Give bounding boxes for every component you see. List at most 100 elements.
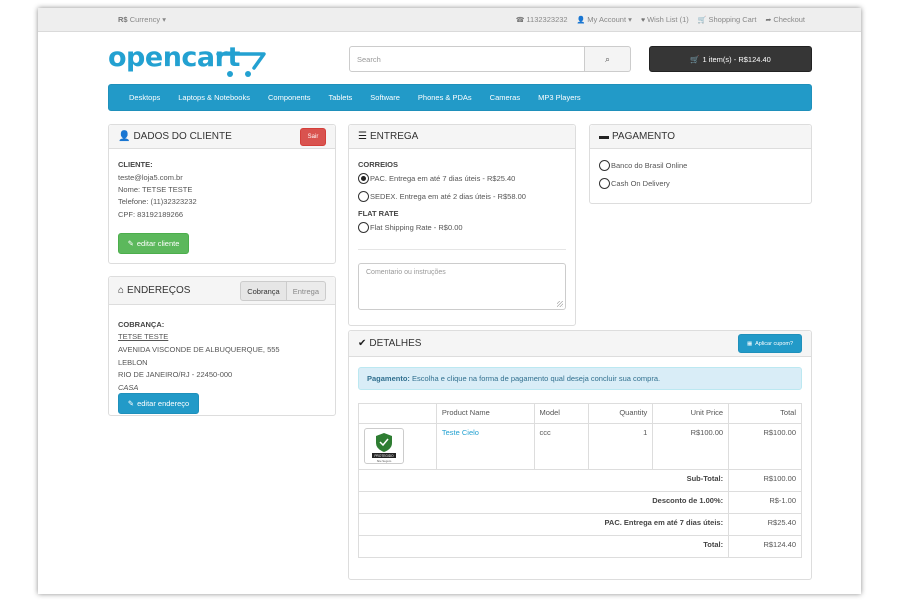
customer-panel-title: 👤 DADOS DO CLIENTE bbox=[118, 131, 232, 142]
currency-symbol: R$ bbox=[118, 15, 128, 24]
payment-title-text: PAGAMENTO bbox=[612, 131, 675, 142]
apply-coupon-button[interactable]: ▦ Aplicar cupom? bbox=[738, 334, 802, 353]
cart-table: Product Name Model Quantity Unit Price T… bbox=[357, 403, 802, 558]
shopping-cart-text: Shopping Cart bbox=[708, 15, 757, 24]
address-panel-header: ⌂ ENDEREÇOS Cobrança Entrega bbox=[109, 277, 335, 305]
billing-district: LEBLON bbox=[118, 358, 148, 367]
my-account-link[interactable]: 👤 My Account ▾ bbox=[577, 15, 632, 24]
discount-value: R$-1.00 bbox=[728, 491, 802, 514]
nav-item-laptops[interactable]: Laptops & Notebooks bbox=[169, 93, 259, 102]
grand-total-value: R$124.40 bbox=[728, 535, 802, 558]
share-icon: ➦ bbox=[765, 17, 772, 24]
customer-label: CLIENTE: bbox=[118, 160, 153, 169]
shipping-option-sedex-label: SEDEX. Entrega em até 2 dias úteis - R$5… bbox=[370, 192, 526, 201]
shipping-title-text: ENTREGA bbox=[369, 131, 419, 142]
checkout-link[interactable]: ➦ Checkout bbox=[765, 15, 805, 24]
table-header-row: Product Name Model Quantity Unit Price T… bbox=[358, 403, 802, 424]
col-model: Model bbox=[533, 403, 590, 424]
shipping-option-flat[interactable]: Flat Shipping Rate - R$0.00 bbox=[358, 222, 463, 233]
nav-item-components[interactable]: Components bbox=[259, 93, 320, 102]
nav-item-phones[interactable]: Phones & PDAs bbox=[409, 93, 481, 102]
customer-title-text: DADOS DO CLIENTE bbox=[133, 131, 232, 142]
radio-cod[interactable] bbox=[599, 178, 610, 189]
currency-dropdown[interactable]: R$ Currency ▾ bbox=[118, 15, 166, 24]
search-bar: ⌕ bbox=[349, 46, 631, 72]
shipping-total-label: PAC. Entrega em até 7 dias úteis: bbox=[357, 513, 730, 536]
cart-button[interactable]: 🛒 1 item(s) - R$124.40 bbox=[649, 46, 812, 72]
user-icon: 👤 bbox=[118, 131, 131, 142]
shipping-group-correios: CORREIOS bbox=[358, 160, 399, 169]
payment-alert-bold: Pagamento: bbox=[367, 374, 410, 383]
search-button[interactable]: ⌕ bbox=[585, 46, 631, 72]
list-alt-icon: ☰ bbox=[358, 131, 367, 142]
resize-grip-icon[interactable] bbox=[557, 301, 563, 307]
wishlist-text: Wish List (1) bbox=[647, 15, 689, 24]
customer-email: teste@loja5.com.br bbox=[118, 173, 183, 182]
radio-flat[interactable] bbox=[358, 222, 369, 233]
billing-city: RIO DE JANEIRO/RJ - 22450-000 bbox=[118, 370, 233, 379]
edit-address-button[interactable]: ✎ editar endereço bbox=[118, 393, 199, 414]
wishlist-link[interactable]: ♥ Wish List (1) bbox=[641, 15, 689, 24]
search-input[interactable] bbox=[349, 46, 585, 72]
phone-link[interactable]: ☎ 1132323232 bbox=[516, 15, 568, 24]
apply-coupon-label: Aplicar cupom? bbox=[755, 340, 794, 347]
shipping-total-value: R$25.40 bbox=[728, 513, 802, 536]
payment-option-cod-label: Cash On Delivery bbox=[611, 179, 670, 188]
nav-item-cameras[interactable]: Cameras bbox=[481, 93, 529, 102]
shopping-cart-link[interactable]: 🛒 Shopping Cart bbox=[698, 15, 757, 24]
shipping-option-pac-label: PAC. Entrega em até 7 dias úteis - R$25.… bbox=[370, 174, 516, 183]
payment-option-bb[interactable]: Banco do Brasil Online bbox=[599, 160, 687, 171]
nav-item-tablets[interactable]: Tablets bbox=[320, 93, 362, 102]
shipping-option-pac[interactable]: PAC. Entrega em até 7 dias úteis - R$25.… bbox=[358, 173, 515, 184]
customer-cpf: CPF: 83192189266 bbox=[118, 210, 184, 219]
radio-bb[interactable] bbox=[599, 160, 610, 171]
tab-cobranca[interactable]: Cobrança bbox=[240, 281, 287, 301]
logo-cart-icon bbox=[216, 52, 266, 77]
payment-option-cod[interactable]: Cash On Delivery bbox=[599, 178, 670, 189]
tab-entrega[interactable]: Entrega bbox=[286, 281, 326, 301]
comment-textarea[interactable]: Comentario ou instruções bbox=[358, 263, 566, 310]
address-tabs: Cobrança Entrega bbox=[240, 281, 326, 301]
caret-down-icon: ▾ bbox=[162, 15, 166, 24]
nav-item-software[interactable]: Software bbox=[361, 93, 409, 102]
details-panel-title: ✔ DETALHES bbox=[358, 338, 421, 349]
details-panel-header: ✔ DETALHES ▦ Aplicar cupom? bbox=[349, 331, 811, 357]
details-title-text: DETALHES bbox=[369, 338, 422, 349]
edit-customer-button[interactable]: ✎ editar cliente bbox=[118, 233, 189, 254]
customer-panel: 👤 DADOS DO CLIENTE Sair CLIENTE: teste@l… bbox=[108, 124, 336, 264]
logout-button[interactable]: Sair bbox=[300, 128, 326, 146]
top-links: ☎ 1132323232 👤 My Account ▾ ♥ Wish List (1)… bbox=[516, 15, 805, 24]
thumb-subtext: Site Seguro bbox=[377, 459, 392, 463]
shopping-cart-icon: 🛒 bbox=[690, 54, 700, 64]
product-thumbnail[interactable]: PROTEGIDO Site Seguro bbox=[364, 428, 404, 464]
shield-icon: PROTEGIDO Site Seguro bbox=[372, 433, 396, 463]
payment-panel-title: ▬ PAGAMENTO bbox=[599, 131, 675, 142]
cart-button-label: 1 item(s) - R$124.40 bbox=[702, 54, 771, 64]
radio-sedex[interactable] bbox=[358, 191, 369, 202]
shipping-divider bbox=[358, 249, 566, 250]
checkout-text: Checkout bbox=[773, 15, 805, 24]
product-name-cell: Teste Cielo bbox=[435, 423, 535, 470]
customer-phone: Telefone: (11)32323232 bbox=[118, 197, 197, 206]
shipping-panel-header: ☰ ENTREGA bbox=[349, 125, 575, 149]
check-circle-icon: ✔ bbox=[358, 338, 367, 349]
product-thumb-cell: PROTEGIDO Site Seguro bbox=[358, 423, 437, 470]
billing-label: COBRANÇA: bbox=[118, 320, 165, 329]
details-panel: ✔ DETALHES ▦ Aplicar cupom? Pagamento: E… bbox=[348, 330, 812, 580]
radio-pac[interactable] bbox=[358, 173, 369, 184]
payment-alert: Pagamento: Escolha e clique na forma de … bbox=[358, 367, 802, 390]
billing-name: TETSE TESTE bbox=[118, 332, 169, 341]
address-title-text: ENDEREÇOS bbox=[127, 285, 191, 296]
shipping-panel: ☰ ENTREGA CORREIOS PAC. Entrega em até 7… bbox=[348, 124, 576, 326]
payment-alert-text: Escolha e clique na forma de pagamento q… bbox=[409, 374, 661, 383]
address-panel: ⌂ ENDEREÇOS Cobrança Entrega COBRANÇA: T… bbox=[108, 276, 336, 416]
main-nav: Desktops Laptops & Notebooks Components … bbox=[108, 84, 812, 111]
product-quantity: 1 bbox=[588, 423, 654, 470]
product-name-link[interactable]: Teste Cielo bbox=[442, 428, 479, 437]
nav-item-mp3[interactable]: MP3 Players bbox=[529, 93, 590, 102]
shipping-option-sedex[interactable]: SEDEX. Entrega em até 2 dias úteis - R$5… bbox=[358, 191, 526, 202]
nav-item-desktops[interactable]: Desktops bbox=[120, 93, 169, 102]
billing-type: CASA bbox=[118, 383, 139, 392]
edit-address-label: editar endereço bbox=[137, 399, 190, 408]
product-unit-price: R$100.00 bbox=[652, 423, 730, 470]
